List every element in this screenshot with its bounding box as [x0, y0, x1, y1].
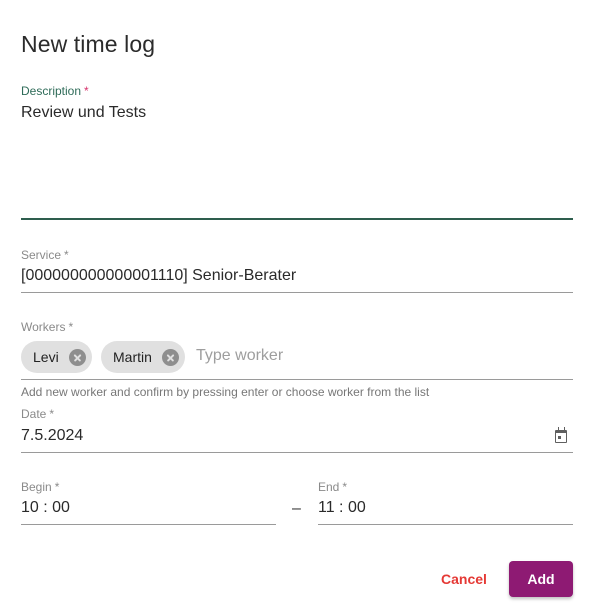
required-mark: * — [64, 248, 69, 262]
service-select[interactable]: [000000000000001110] Senior-Berater — [21, 267, 296, 285]
required-mark: * — [54, 480, 60, 494]
worker-input[interactable] — [196, 345, 566, 367]
time-range-separator: – — [292, 500, 301, 517]
cancel-circle-icon[interactable] — [68, 348, 86, 366]
workers-underline — [21, 379, 573, 380]
required-mark: * — [68, 320, 74, 334]
required-mark: * — [342, 480, 348, 494]
date-label: Date * — [21, 407, 54, 421]
date-underline — [21, 452, 573, 453]
cancel-circle-icon[interactable] — [161, 348, 179, 366]
description-label-text: Description — [21, 84, 82, 98]
end-label: End * — [318, 480, 347, 494]
calendar-icon[interactable] — [555, 427, 567, 443]
workers-hint: Add new worker and confirm by pressing e… — [21, 385, 430, 399]
end-time-input[interactable]: 11 : 00 — [318, 499, 366, 517]
begin-label-text: Begin — [21, 480, 52, 494]
worker-chip-levi[interactable]: Levi — [21, 341, 92, 373]
cancel-button[interactable]: Cancel — [433, 562, 495, 596]
workers-label: Workers * — [21, 320, 73, 334]
begin-underline — [21, 524, 276, 525]
service-label-text: Service — [21, 248, 62, 262]
description-underline — [21, 218, 573, 220]
date-label-text: Date — [21, 407, 47, 421]
add-button[interactable]: Add — [509, 561, 573, 597]
service-label: Service * — [21, 248, 69, 262]
description-textarea[interactable]: Review und Tests — [21, 104, 146, 122]
required-mark: * — [49, 407, 55, 421]
worker-chip-label: Levi — [33, 349, 59, 365]
required-mark: * — [84, 84, 89, 98]
date-input[interactable]: 7.5.2024 — [21, 427, 83, 445]
description-label: Description * — [21, 84, 89, 98]
end-label-text: End — [318, 480, 340, 494]
begin-time-input[interactable]: 10 : 00 — [21, 499, 70, 517]
begin-label: Begin * — [21, 480, 59, 494]
dialog-title: New time log — [21, 31, 156, 57]
end-underline — [318, 524, 573, 525]
worker-chip-label: Martin — [113, 349, 152, 365]
service-underline — [21, 292, 573, 293]
workers-label-text: Workers — [21, 320, 66, 334]
worker-chip-martin[interactable]: Martin — [101, 341, 185, 373]
